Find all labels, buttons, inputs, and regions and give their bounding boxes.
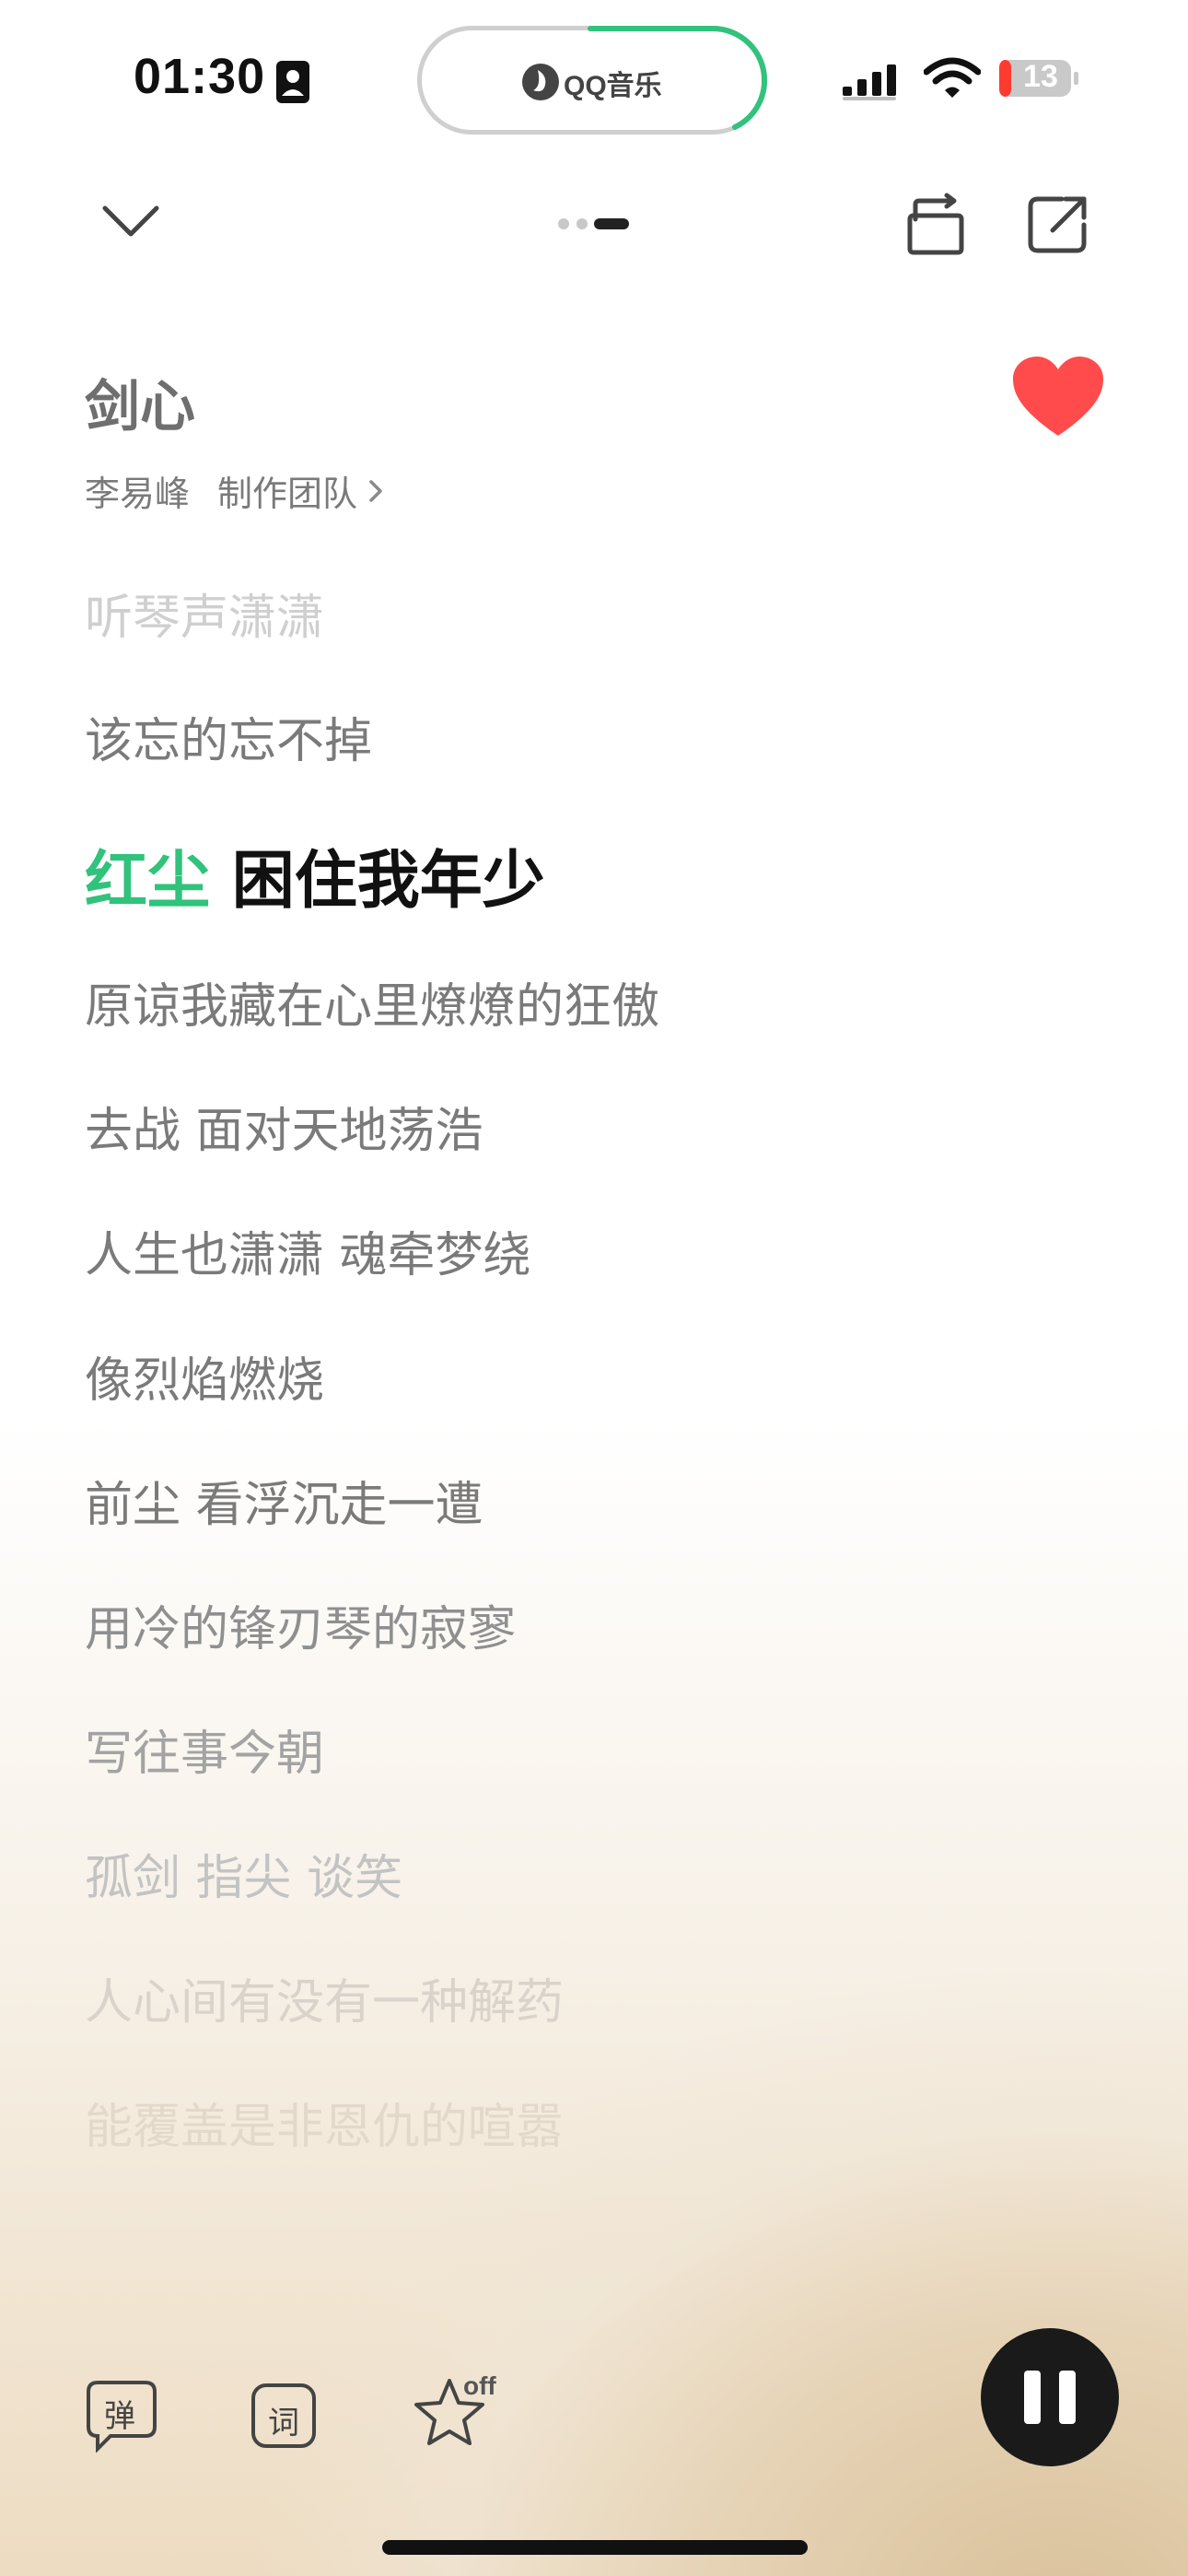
lyric-line[interactable]: 人生也潇潇 魂牵梦绕 <box>85 1216 531 1285</box>
lyric-line[interactable]: 像烈焰燃烧 <box>85 1341 324 1411</box>
lyric-line[interactable]: 该忘的忘不掉 <box>85 702 372 771</box>
chevron-down-icon[interactable] <box>101 203 160 240</box>
qq-music-logo-icon <box>522 64 559 100</box>
lyric-line[interactable]: 前尘 看浮沉走一遭 <box>85 1466 483 1535</box>
lyric-sung-portion: 红尘 <box>85 845 211 918</box>
wifi-icon <box>924 57 981 98</box>
island-app-label: QQ音乐 <box>564 71 662 101</box>
lyric-poster-button[interactable]: 词 <box>250 2383 317 2449</box>
lyric-line[interactable]: 用冷的锋刃琴的寂寥 <box>85 1590 516 1659</box>
star-state-badge: off <box>463 2371 496 2400</box>
share-icon[interactable] <box>1025 192 1091 258</box>
home-indicator[interactable] <box>382 2540 808 2555</box>
lyric-remaining-portion: 困住我年少 <box>210 845 545 918</box>
song-title: 剑心 <box>85 375 195 439</box>
danmu-label: 弹 <box>104 2398 135 2435</box>
pause-button[interactable] <box>981 2328 1119 2466</box>
lyric-line[interactable]: 孤剑 指尖 谈笑 <box>85 1839 402 1908</box>
artist-line: 李易峰 制作团队 <box>85 465 383 516</box>
contact-card-icon <box>276 61 309 103</box>
current-lyric-line[interactable]: 红尘 困住我年少 <box>85 829 545 920</box>
heart-icon[interactable] <box>1011 355 1105 439</box>
repeat-icon[interactable] <box>903 192 969 258</box>
cellular-signal-icon <box>843 64 896 100</box>
chevron-right-icon[interactable] <box>368 479 383 503</box>
lyric-label: 词 <box>268 2405 299 2441</box>
artist-name[interactable]: 李易峰 <box>85 465 190 516</box>
status-time: 01:30 <box>134 49 266 104</box>
lyric-line[interactable]: 写往事今朝 <box>85 1715 324 1784</box>
credits-link[interactable]: 制作团队 <box>217 465 357 516</box>
lyric-line[interactable]: 听琴声潇潇 <box>85 579 324 648</box>
page-dots-icon[interactable] <box>557 217 631 230</box>
lyric-line[interactable]: 原谅我藏在心里燎燎的狂傲 <box>85 967 659 1036</box>
pause-icon <box>1059 2371 1076 2424</box>
lyric-line[interactable]: 能覆盖是非恩仇的喧嚣 <box>85 2088 564 2157</box>
lyric-line[interactable]: 去战 面对天地荡浩 <box>85 1092 483 1161</box>
battery-level: 13 <box>1023 59 1058 94</box>
lyric-line[interactable]: 人心间有没有一种解药 <box>85 1963 564 2032</box>
danmu-button[interactable]: 弹 <box>85 2379 158 2453</box>
pause-icon <box>1024 2371 1041 2424</box>
